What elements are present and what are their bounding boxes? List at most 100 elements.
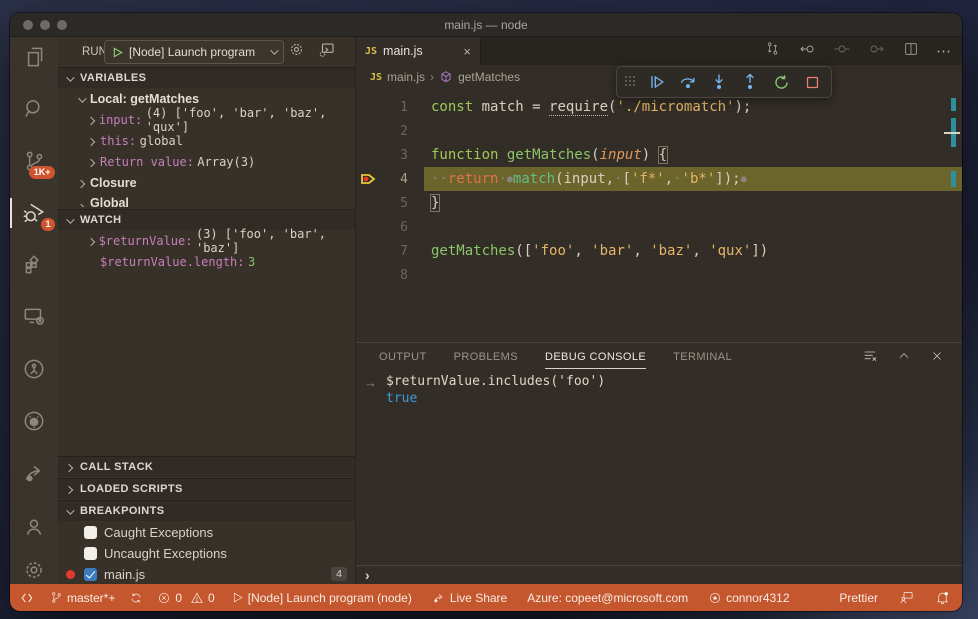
tab-debug-console[interactable]: DEBUG CONSOLE [544,345,647,369]
inline-breakpoint-dot[interactable]: ● [741,174,747,185]
feedback-icon[interactable] [899,590,914,605]
ruler-change-mark [951,171,956,187]
tab-problems[interactable]: PROBLEMS [454,345,518,368]
active-debug-session[interactable]: [Node] Launch program (node) [231,591,412,605]
sync-changes-button[interactable] [129,591,143,605]
formatter-status[interactable]: Prettier [839,591,878,605]
toolbar-drag-handle[interactable] [625,76,637,88]
javascript-file-icon: JS [365,45,378,57]
variable-name: this: [100,133,137,148]
breakpoint-file-row[interactable]: main.js 4 [58,564,355,585]
continue-button[interactable] [646,71,668,93]
breakpoints-section-header[interactable]: BREAKPOINTS [58,500,355,521]
live-share-button[interactable]: Live Share [432,591,507,605]
split-editor-icon[interactable] [903,41,919,62]
variables-section-header[interactable]: VARIABLES [58,67,355,88]
restart-button[interactable] [770,71,792,93]
line-number: 6 [400,219,408,235]
search-icon[interactable] [10,89,58,129]
explorer-icon[interactable] [10,37,58,77]
breadcrumb-file[interactable]: main.js [387,70,425,84]
code-line: 6 [356,215,962,239]
bottom-panel: OUTPUT PROBLEMS DEBUG CONSOLE TERMINAL →… [356,342,962,584]
title-bar: main.js — node [10,13,962,37]
error-count: 0 [175,590,183,605]
line-number: 7 [400,243,408,259]
azure-account-status[interactable]: Azure: copeet@microsoft.com [527,591,688,605]
maximize-panel-icon[interactable] [897,349,911,368]
console-input-row[interactable]: › [356,565,962,584]
remote-indicator[interactable] [20,591,34,605]
current-line-breakpoint-icon[interactable] [360,171,376,187]
variable-return-row[interactable]: Return value: Array(3) [58,151,355,172]
mainjs-breakpoint-checkbox[interactable] [84,568,97,581]
activity-bar: 1K+ 1 [10,37,58,584]
tab-close-icon[interactable]: × [463,44,471,59]
problems-status[interactable]: 0 0 [157,590,215,605]
more-actions-icon[interactable]: ⋯ [936,42,952,60]
watch-expression-row[interactable]: $returnValue: (3) ['foo', 'bar', 'baz'] [58,227,355,255]
scope-local-label: Local: getMatches [90,91,200,106]
editor-group: JS main.js × ⋯ JS main.js › getMatches 1… [355,37,962,584]
live-share-label: Live Share [449,590,508,605]
launch-config-dropdown[interactable]: [Node] Launch program [104,40,284,64]
notifications-bell-icon[interactable] [935,590,950,605]
navigate-forward-icon[interactable] [868,40,886,63]
debug-sidebar: RUN [Node] Launch program VARIABLES Loca… [58,37,355,584]
github-account-status[interactable]: connor4312 [708,590,790,605]
call-stack-section-header[interactable]: CALL STACK [58,456,355,477]
clear-console-icon[interactable] [862,348,878,369]
scope-global-row[interactable]: Global [58,193,355,207]
tab-terminal[interactable]: TERMINAL [673,345,732,368]
tab-output[interactable]: OUTPUT [379,345,427,368]
uncaught-exceptions-checkbox[interactable] [84,547,97,560]
window-title: main.js — node [444,18,528,32]
github-icon[interactable] [10,401,58,441]
navigate-back-icon[interactable] [798,40,816,63]
current-step-icon [833,40,851,63]
loaded-scripts-title: LOADED SCRIPTS [80,483,183,495]
accounts-icon[interactable] [10,507,58,547]
watch-expression-row[interactable]: $returnValue.length: 3 [58,251,355,272]
source-control-icon[interactable]: 1K+ [10,141,58,181]
debug-console-icon[interactable] [318,41,336,64]
breadcrumb-separator: › [430,70,435,84]
variable-this-row[interactable]: this: global [58,130,355,151]
variable-name: input: [98,112,143,127]
editor-actions: ⋯ [764,37,952,65]
desktop-background: main.js — node 1K+ 1 RUN [Node] Launch p… [0,0,978,619]
debug-session-label: [Node] Launch program (node) [247,590,412,605]
overview-ruler[interactable] [942,89,962,342]
call-stack-title: CALL STACK [80,461,154,473]
breakpoint-uncaught-row[interactable]: Uncaught Exceptions [58,543,355,564]
line-number: 3 [400,147,408,163]
tab-mainjs[interactable]: JS main.js × [356,37,481,65]
breakpoint-count-badge: 4 [331,567,347,581]
start-debug-icon[interactable] [112,46,123,58]
breakpoint-caught-row[interactable]: Caught Exceptions [58,522,355,543]
extensions-icon[interactable] [10,245,58,285]
git-branch-status[interactable]: master*+ [50,591,115,605]
variable-input-row[interactable]: input: (4) ['foo', 'bar', 'baz', 'qux'] [58,106,355,134]
code-line: 7 getMatches(['foo', 'bar', 'baz', 'qux'… [356,239,962,263]
azure-label: Azure: copeet@microsoft.com [527,590,689,605]
run-debug-icon[interactable]: 1 [10,193,58,233]
step-over-button[interactable] [677,71,699,93]
open-changes-icon[interactable] [764,40,781,62]
step-out-button[interactable] [739,71,761,93]
variables-title: VARIABLES [80,72,147,84]
console-result: true [386,391,418,406]
remote-explorer-icon[interactable] [10,297,58,337]
live-share-icon[interactable] [10,453,58,493]
breadcrumb-symbol[interactable]: getMatches [458,70,520,84]
close-panel-icon[interactable] [930,349,944,368]
debug-gear-icon[interactable] [288,41,305,63]
github-account-label: connor4312 [726,590,790,605]
loaded-scripts-section-header[interactable]: LOADED SCRIPTS [58,478,355,499]
scope-closure-row[interactable]: Closure [58,172,355,193]
live-share-sessions-icon[interactable] [10,349,58,389]
stop-button[interactable] [801,71,823,93]
code-editor[interactable]: 1 const match = require('./micromatch');… [356,89,962,342]
caught-exceptions-checkbox[interactable] [84,526,97,539]
step-into-button[interactable] [708,71,730,93]
